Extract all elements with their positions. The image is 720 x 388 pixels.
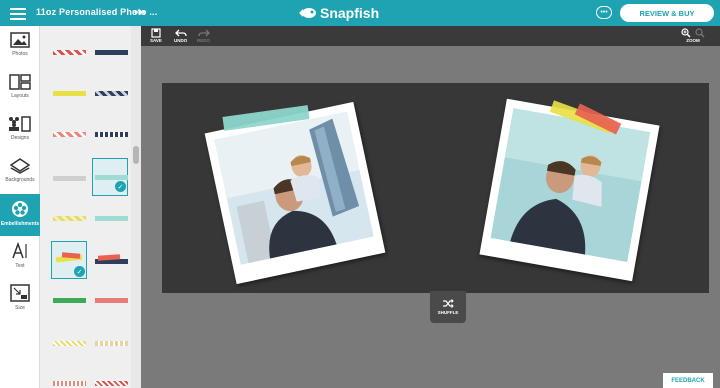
sidebar-item-designs[interactable]: Designs [0, 110, 40, 152]
sidebar-item-layouts[interactable]: Layouts [0, 68, 40, 110]
designs-icon [9, 116, 31, 132]
selected-embellishment[interactable]: ✓ [92, 158, 128, 196]
washi-tape-yellow-pattern[interactable] [53, 216, 86, 221]
layouts-icon [9, 74, 31, 90]
washi-tape-red-stripe[interactable] [53, 50, 86, 55]
photo-image-right [490, 108, 651, 263]
sidebar-item-size[interactable]: Size [0, 278, 40, 320]
zoom-in-icon[interactable] [681, 28, 691, 38]
sidebar-item-label: Designs [10, 135, 30, 141]
redo-label: REDO [197, 38, 211, 43]
top-bar: 11oz Personalised Photo ... ••• Snapfish… [0, 0, 720, 26]
save-icon [151, 28, 161, 38]
washi-tape-green[interactable] [53, 298, 86, 303]
shuffle-icon [443, 299, 454, 308]
embellishments-panel: ✓ ✓ [40, 26, 141, 388]
checkmark-icon: ✓ [74, 266, 85, 277]
feedback-button[interactable]: FEEDBACK [663, 373, 713, 388]
zoom-out-icon[interactable] [695, 28, 705, 38]
sidebar-item-photos[interactable]: Photos [0, 26, 40, 68]
undo-icon [174, 29, 187, 37]
washi-tape-yellow-dots[interactable] [53, 341, 86, 346]
sidebar-item-label: Photos [12, 51, 28, 57]
sidebar-item-label: Embellishments [0, 221, 40, 227]
washi-tape-coral-stripe[interactable] [53, 132, 86, 137]
design-canvas[interactable] [162, 83, 709, 293]
washi-tape-gray[interactable] [53, 176, 86, 181]
sidebar-item-embellishments[interactable]: Embellishments [0, 194, 40, 236]
photo-image-left [214, 111, 374, 265]
text-icon [12, 242, 27, 259]
photo-frame-right[interactable] [479, 98, 660, 282]
fish-icon [299, 8, 316, 18]
undo-label: UNDO [174, 38, 188, 43]
more-options-icon[interactable]: ••• [134, 5, 147, 19]
washi-tape-yellow[interactable] [53, 91, 86, 96]
photos-icon [10, 32, 30, 48]
washi-tape-red-check[interactable] [95, 381, 128, 386]
washi-tape-navy[interactable] [95, 50, 128, 55]
embellishments-icon [12, 201, 28, 217]
sidebar-item-text[interactable]: Text [0, 236, 40, 278]
snapfish-logo: Snapfish [297, 3, 379, 23]
save-button[interactable]: SAVE [150, 28, 162, 43]
tool-sidebar: Photos Layouts Designs Backgrounds Embel… [0, 26, 40, 388]
washi-tape-beige[interactable] [95, 341, 128, 346]
save-label: SAVE [150, 38, 162, 43]
zoom-control[interactable]: ZOOM [681, 28, 705, 43]
shuffle-button[interactable]: SHUFFLE [430, 291, 466, 323]
sidebar-item-label: Layouts [11, 93, 29, 99]
redo-button[interactable]: REDO [197, 28, 210, 43]
size-icon [10, 284, 30, 302]
editor-toolbar: SAVE UNDO REDO ZOOM [141, 26, 720, 46]
brand-name: Snapfish [320, 5, 380, 21]
shuffle-label: SHUFFLE [437, 310, 459, 315]
washi-tape-navy-stripe[interactable] [95, 91, 128, 96]
menu-icon[interactable] [10, 5, 26, 21]
washi-tape-mint[interactable] [95, 216, 128, 221]
selected-embellishment-multi[interactable]: ✓ [51, 241, 87, 279]
zoom-label: ZOOM [686, 38, 700, 43]
undo-button[interactable]: UNDO [174, 28, 187, 43]
backgrounds-icon [10, 158, 30, 174]
review-and-buy-button[interactable]: REVIEW & BUY [620, 4, 714, 22]
checkmark-icon: ✓ [115, 181, 126, 192]
chat-bubble-icon[interactable]: ••• [596, 6, 612, 19]
washi-tape-pink[interactable] [95, 298, 128, 303]
washi-tape-coral-dots[interactable] [53, 381, 86, 386]
panel-scrollbar[interactable] [131, 26, 141, 388]
sidebar-item-label: Backgrounds [5, 177, 35, 183]
sidebar-item-label: Text [15, 263, 25, 269]
sidebar-item-backgrounds[interactable]: Backgrounds [0, 152, 40, 194]
washi-tape-navy-chevron[interactable] [95, 132, 128, 137]
sidebar-item-label: Size [15, 305, 25, 311]
redo-icon [197, 29, 210, 37]
scrollbar-thumb[interactable] [133, 146, 139, 164]
